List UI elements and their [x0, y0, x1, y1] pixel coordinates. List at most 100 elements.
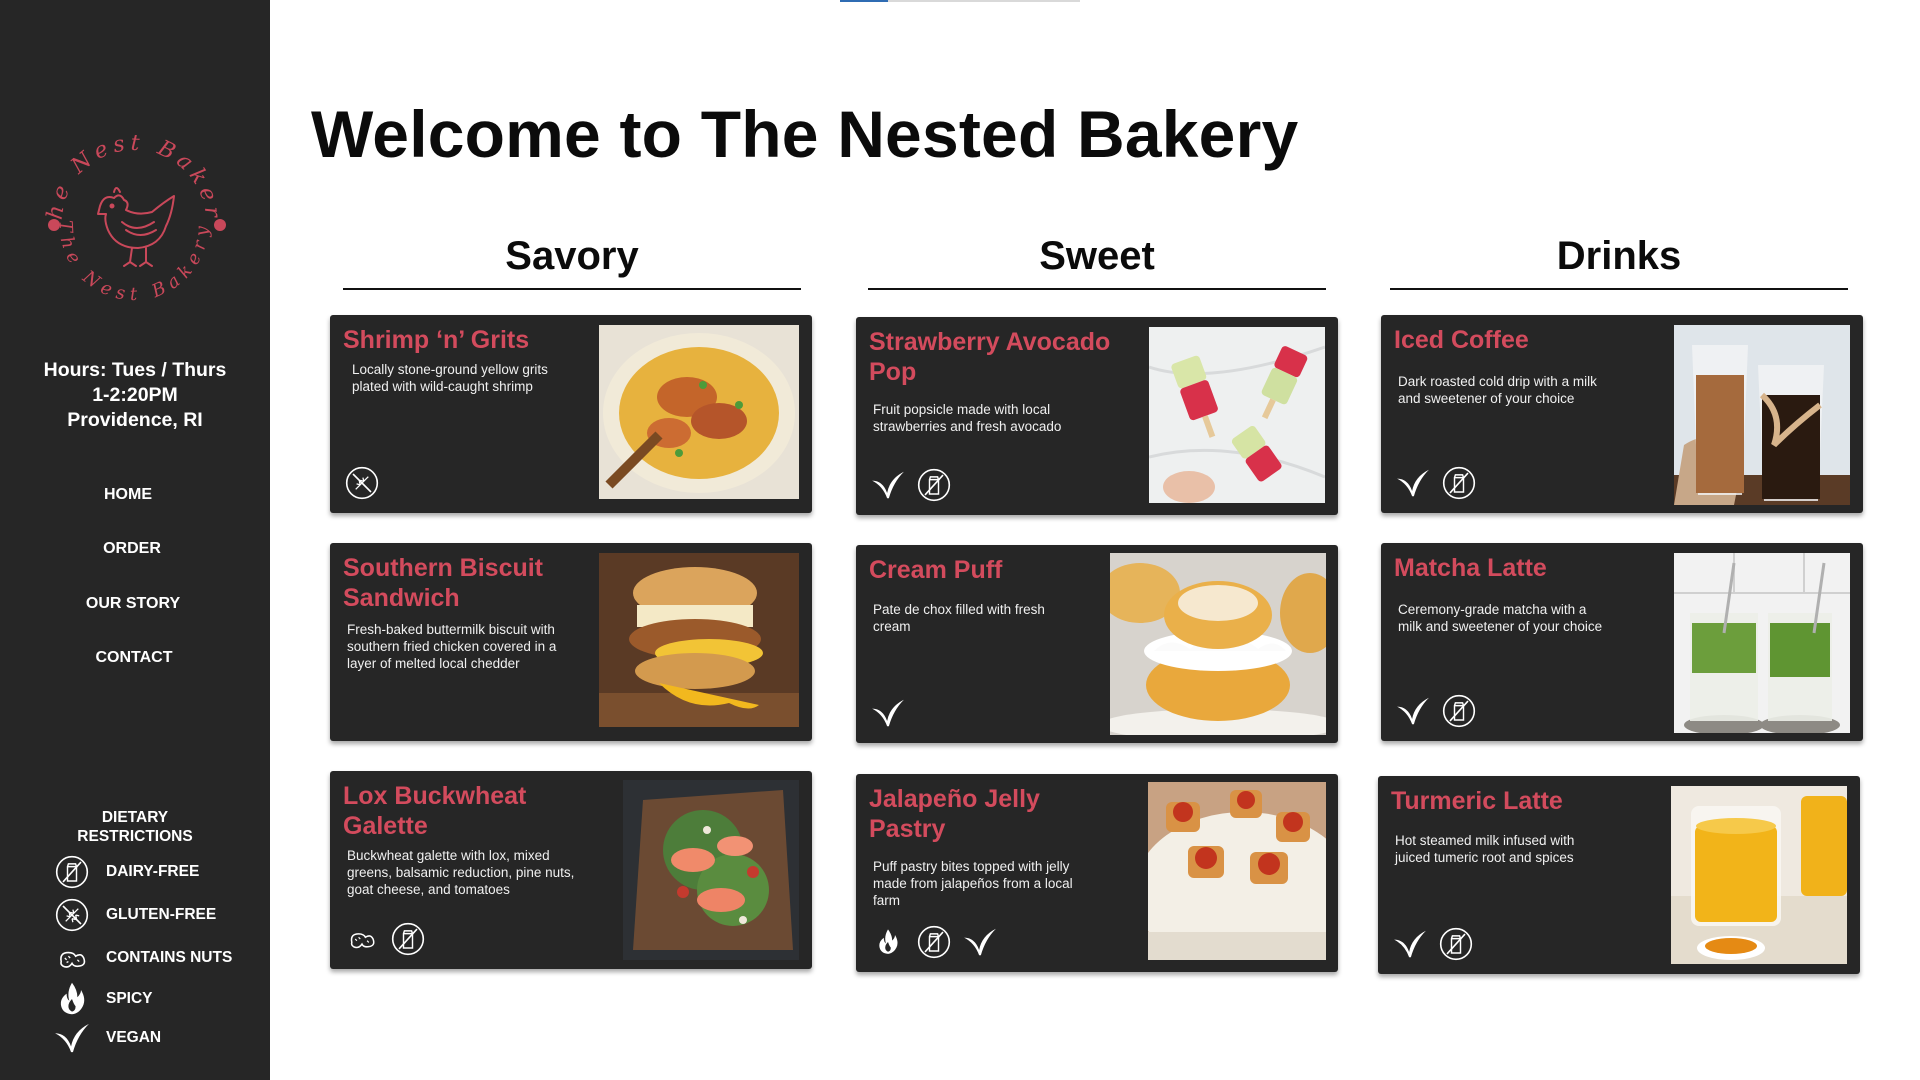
menu-item-name: Southern Biscuit Sandwich	[343, 554, 544, 612]
menu-item-description: Puff pastry bites topped with jelly made…	[873, 859, 1073, 908]
nuts-icon	[342, 919, 382, 959]
menu-item-name: Lox Buckwheat Galette	[343, 782, 527, 840]
nav-contact-link[interactable]: CONTACT	[0, 649, 269, 667]
legend-vegan: VEGAN	[52, 1018, 161, 1058]
legend-contains-nuts: CONTAINS NUTS	[52, 938, 232, 978]
column-heading-sweet: Sweet	[1039, 234, 1155, 278]
legend-label: DAIRY-FREE	[106, 863, 200, 880]
business-hours: Hours: Tues / Thurs 1-2:20PM Providence,…	[0, 358, 270, 433]
vegan-icon	[868, 465, 908, 505]
dietary-icons	[342, 919, 434, 959]
strawberry-avocado-pops-photo	[1149, 327, 1325, 503]
dietary-icons	[868, 693, 914, 733]
logo-bottom-text: The Nest Bakery	[55, 220, 208, 305]
dietary-icons	[342, 463, 388, 503]
dietary-title-line1: DIETARY	[101, 809, 169, 826]
logo-top-text: The Nest Bakery	[24, 103, 220, 223]
spicy-icon	[868, 922, 908, 962]
menu-item-card-matcha-latte[interactable]: Matcha Latte Ceremony-grade matcha with …	[1381, 543, 1863, 741]
menu-item-name: Cream Puff	[869, 556, 1003, 584]
menu-item-card-biscuit-sandwich[interactable]: Southern Biscuit Sandwich Fresh-baked bu…	[330, 543, 812, 741]
location: Providence, RI	[67, 409, 203, 431]
vegan-icon	[1393, 691, 1433, 731]
vegan-icon	[1393, 463, 1433, 503]
nav-order-link[interactable]: ORDER	[0, 540, 267, 558]
legend-gluten-free: GLUTEN-FREE	[52, 895, 216, 935]
dietary-icons	[1390, 924, 1482, 964]
gluten-free-icon	[342, 463, 382, 503]
vegan-icon	[960, 922, 1000, 962]
menu-item-card-turmeric-latte[interactable]: Turmeric Latte Hot steamed milk infused …	[1378, 776, 1860, 974]
column-divider	[1390, 288, 1848, 290]
biscuit-sandwich-photo	[599, 553, 799, 727]
dietary-icons	[868, 465, 960, 505]
svg-text:The Nest Bakery: The Nest Bakery	[55, 220, 214, 305]
progress-fill	[840, 0, 888, 2]
shrimp-and-grits-photo	[599, 325, 799, 499]
menu-item-description: Buckwheat galette with lox, mixed greens…	[347, 848, 575, 897]
turmeric-latte-photo	[1671, 786, 1847, 964]
legend-label: CONTAINS NUTS	[106, 949, 233, 966]
dietary-icons	[1393, 463, 1485, 503]
page: The Nest Bakery The Nest Bakery	[0, 0, 1920, 1080]
loading-progress-bar	[840, 0, 1080, 2]
menu-item-card-strawberry-pop[interactable]: Strawberry Avocado Pop Fruit popsicle ma…	[856, 317, 1338, 515]
dietary-icons	[868, 922, 1006, 962]
dairy-free-icon	[914, 465, 954, 505]
hen-icon	[97, 187, 175, 267]
gluten-free-icon	[52, 895, 92, 935]
dairy-free-icon	[914, 922, 954, 962]
dietary-title-line2: RESTRICTIONS	[77, 828, 193, 845]
page-title: Welcome to The Nested Bakery	[311, 97, 1299, 171]
menu-item-description: Locally stone-ground yellow grits plated…	[352, 362, 548, 394]
hours-time: 1-2:20PM	[92, 384, 178, 406]
cream-puff-photo	[1110, 553, 1326, 735]
nuts-icon	[52, 938, 92, 978]
dietary-icons	[1393, 691, 1485, 731]
menu-item-name: Iced Coffee	[1394, 326, 1529, 354]
dairy-free-icon	[1436, 924, 1476, 964]
sidebar: The Nest Bakery The Nest Bakery	[0, 0, 270, 1080]
legend-label: GLUTEN-FREE	[106, 906, 217, 923]
menu-item-card-jalapeno-pastry[interactable]: Jalapeño Jelly Pastry Puff pastry bites …	[856, 774, 1338, 972]
menu-item-description: Fresh-baked buttermilk biscuit with sout…	[347, 622, 557, 671]
menu-item-description: Pate de chox filled with fresh cream	[873, 602, 1045, 634]
menu-item-card-lox-galette[interactable]: Lox Buckwheat Galette Buckwheat galette …	[330, 771, 812, 969]
vegan-icon	[1390, 924, 1430, 964]
menu-item-name: Strawberry Avocado Pop	[869, 328, 1111, 386]
menu-item-description: Ceremony-grade matcha with a milk and sw…	[1398, 602, 1603, 634]
menu-item-card-cream-puff[interactable]: Cream Puff Pate de chox filled with fres…	[856, 545, 1338, 743]
menu-item-name: Jalapeño Jelly Pastry	[869, 785, 1040, 843]
dietary-restrictions-heading: DIETARY RESTRICTIONS	[0, 808, 270, 846]
matcha-latte-photo	[1674, 553, 1850, 733]
column-divider	[868, 288, 1326, 290]
jalapeno-pastry-photo	[1148, 782, 1326, 960]
dairy-free-icon	[388, 919, 428, 959]
menu-item-name: Matcha Latte	[1394, 554, 1547, 582]
column-divider	[343, 288, 801, 290]
menu-item-name: Shrimp ‘n’ Grits	[343, 326, 530, 354]
legend-label: VEGAN	[106, 1029, 162, 1046]
svg-text:The Nest Bakery: The Nest Bakery	[34, 122, 225, 223]
lox-galette-photo	[623, 780, 799, 960]
dairy-free-icon	[1439, 691, 1479, 731]
menu-item-description: Fruit popsicle made with local strawberr…	[873, 402, 1062, 434]
legend-label: SPICY	[106, 990, 153, 1007]
hours-days: Hours: Tues / Thurs	[43, 359, 227, 381]
nav-our-story-link[interactable]: OUR STORY	[0, 595, 268, 613]
menu-item-description: Hot steamed milk infused with juiced tum…	[1395, 833, 1575, 865]
menu-item-card-iced-coffee[interactable]: Iced Coffee Dark roasted cold drip with …	[1381, 315, 1863, 513]
iced-coffee-photo	[1674, 325, 1850, 505]
dairy-free-icon	[52, 852, 92, 892]
nav-home-link[interactable]: HOME	[0, 486, 263, 504]
legend-spicy: SPICY	[52, 979, 153, 1019]
spicy-icon	[52, 979, 92, 1019]
vegan-icon	[52, 1018, 92, 1058]
column-heading-drinks: Drinks	[1556, 234, 1682, 278]
menu-item-card-shrimp-grits[interactable]: Shrimp ‘n’ Grits Locally stone-ground ye…	[330, 315, 812, 513]
column-heading-savory: Savory	[505, 234, 639, 278]
bakery-logo[interactable]: The Nest Bakery The Nest Bakery	[24, 103, 234, 322]
legend-dairy-free: DAIRY-FREE	[52, 852, 199, 892]
dairy-free-icon	[1439, 463, 1479, 503]
vegan-icon	[868, 693, 908, 733]
